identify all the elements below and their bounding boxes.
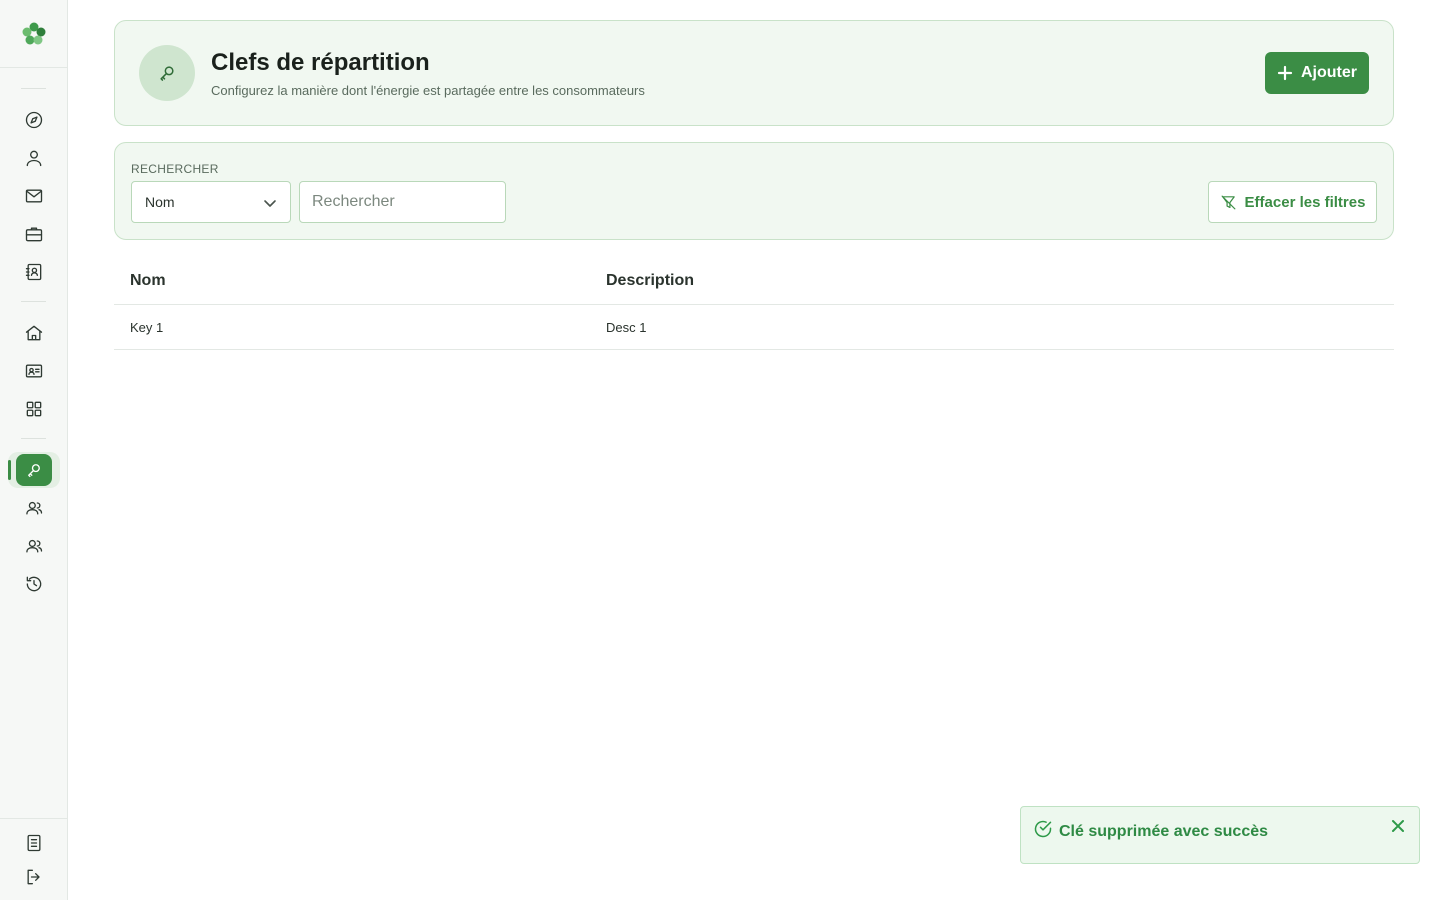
logout-icon bbox=[27, 869, 40, 885]
sidebar-divider bbox=[21, 301, 46, 302]
sidebar-item-groups[interactable] bbox=[0, 530, 68, 562]
briefcase-icon bbox=[25, 227, 43, 242]
compass-icon bbox=[25, 111, 43, 129]
sidebar-item-allocation-keys[interactable] bbox=[8, 452, 60, 488]
search-input[interactable] bbox=[299, 181, 506, 223]
sidebar-item-work[interactable] bbox=[0, 218, 68, 250]
toast-message: Clé supprimée avec succès bbox=[1059, 823, 1269, 840]
id-card-icon bbox=[25, 364, 43, 378]
sidebar-item-dashboard[interactable] bbox=[0, 104, 68, 136]
success-toast: Clé supprimée avec succès bbox=[1020, 806, 1420, 864]
page-header: Clefs de répartition Configurez la maniè… bbox=[114, 20, 1394, 126]
sidebar-item-contacts[interactable] bbox=[0, 256, 68, 288]
sidebar-item-messages[interactable] bbox=[0, 180, 68, 212]
contact-book-icon bbox=[25, 263, 42, 281]
sidebar-item-consumers[interactable] bbox=[0, 492, 68, 524]
clover-logo-icon bbox=[22, 22, 46, 44]
user-icon bbox=[26, 150, 42, 167]
key-icon bbox=[28, 464, 40, 478]
sidebar-item-sites[interactable] bbox=[0, 317, 68, 349]
sidebar-divider bbox=[21, 88, 46, 89]
toast-close-button[interactable] bbox=[1389, 817, 1409, 837]
chevron-down-icon bbox=[264, 200, 276, 207]
clear-filters-label: Effacer les filtres bbox=[1244, 193, 1366, 211]
column-header-description[interactable]: Description bbox=[606, 272, 694, 290]
sidebar-item-history[interactable] bbox=[0, 568, 68, 600]
sidebar-bottom-divider bbox=[0, 818, 68, 819]
add-button-label: Ajouter bbox=[1301, 64, 1357, 81]
home-icon bbox=[25, 325, 43, 341]
sidebar-divider bbox=[21, 438, 46, 439]
grid-icon bbox=[26, 401, 42, 417]
clear-filters-button[interactable]: Effacer les filtres bbox=[1208, 181, 1377, 223]
page-title: Clefs de répartition bbox=[211, 49, 430, 76]
document-icon bbox=[27, 834, 41, 852]
filter-off-icon bbox=[1221, 195, 1236, 209]
cell-description: Desc 1 bbox=[606, 320, 647, 335]
sidebar-item-documents[interactable] bbox=[0, 827, 68, 859]
search-panel: RECHERCHER Nom Effacer les filtres bbox=[114, 142, 1394, 240]
allocation-keys-table: Nom Description Key 1 Desc 1 bbox=[114, 256, 1394, 350]
add-button[interactable]: Ajouter bbox=[1265, 52, 1369, 94]
page-subtitle: Configurez la manière dont l'énergie est… bbox=[211, 83, 645, 98]
sidebar-item-logout[interactable] bbox=[0, 861, 68, 893]
check-circle-icon bbox=[1033, 819, 1053, 839]
app-logo[interactable] bbox=[0, 0, 68, 68]
users-group-icon bbox=[26, 539, 43, 553]
search-field-selected: Nom bbox=[145, 194, 175, 210]
key-icon bbox=[160, 66, 174, 81]
sidebar-item-profile[interactable] bbox=[0, 142, 68, 174]
sidebar-item-apps[interactable] bbox=[0, 393, 68, 425]
sidebar-item-members[interactable] bbox=[0, 355, 68, 387]
table-header: Nom Description bbox=[114, 256, 1394, 305]
users-icon bbox=[26, 501, 43, 515]
active-indicator bbox=[8, 460, 11, 480]
cell-nom: Key 1 bbox=[130, 320, 164, 335]
search-label: RECHERCHER bbox=[131, 162, 219, 176]
plus-icon bbox=[1277, 65, 1293, 81]
column-header-nom[interactable]: Nom bbox=[130, 272, 166, 290]
active-item-background bbox=[16, 454, 52, 486]
search-field-select[interactable]: Nom bbox=[131, 181, 291, 223]
mail-icon bbox=[25, 189, 43, 203]
header-avatar bbox=[139, 45, 195, 101]
table-row[interactable]: Key 1 Desc 1 bbox=[114, 305, 1394, 350]
history-icon bbox=[26, 576, 42, 592]
sidebar bbox=[0, 0, 68, 900]
close-icon bbox=[1392, 820, 1404, 832]
